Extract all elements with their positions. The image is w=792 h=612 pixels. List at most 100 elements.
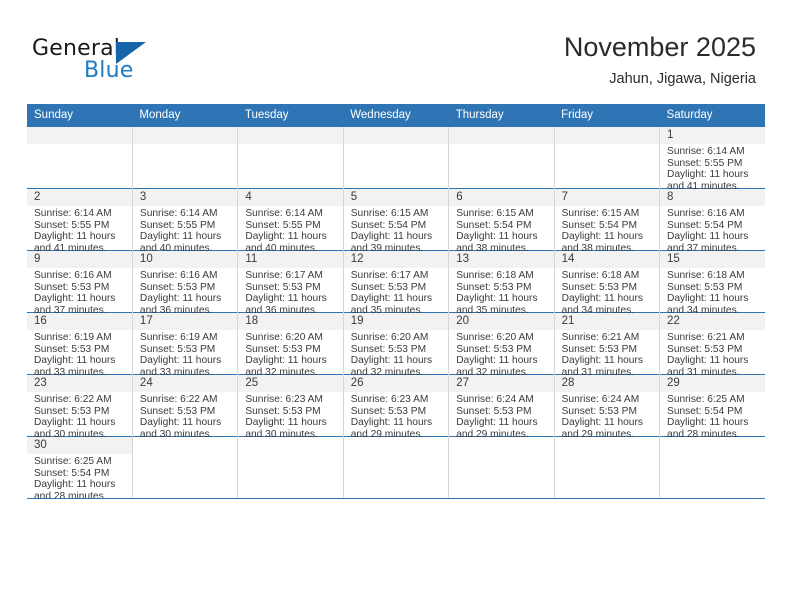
calendar-day-cell[interactable]: 6 Sunrise: 6:15 AM Sunset: 5:54 PM Daylight… <box>448 188 555 254</box>
calendar-day-cell[interactable]: 30 Sunrise: 6:25 AM Sunset: 5:54 PM Dayligh… <box>27 436 133 502</box>
day-details: Sunrise: 6:19 AM Sunset: 5:53 PM Daylight:… <box>27 330 132 378</box>
day-detail-line: Sunrise: 6:16 AM <box>667 208 745 219</box>
day-number: 2 <box>27 189 132 206</box>
day-cell-inner: 1 Sunrise: 6:14 AM Sunset: 5:55 PM Daylight… <box>660 127 765 192</box>
day-cell-inner: 25 Sunrise: 6:23 AM Sunset: 5:53 PM Dayligh… <box>238 375 343 440</box>
day-detail-line: Daylight: 11 hours <box>561 293 643 305</box>
day-detail-line: Sunrise: 6:23 AM <box>245 394 323 405</box>
day-details: Sunrise: 6:18 AM Sunset: 5:53 PM Daylight:… <box>555 268 659 316</box>
calendar-day-cell[interactable]: 18 Sunrise: 6:20 AM Sunset: 5:53 PM Dayligh… <box>237 312 344 378</box>
day-number <box>27 127 132 144</box>
day-detail-line: Daylight: 11 hours <box>561 417 643 429</box>
day-details: Sunrise: 6:25 AM Sunset: 5:54 PM Daylight:… <box>27 454 132 502</box>
calendar-day-cell[interactable]: 27 Sunrise: 6:24 AM Sunset: 5:53 PM Dayligh… <box>448 374 555 440</box>
day-number: 23 <box>27 375 132 392</box>
calendar-day-cell[interactable]: 12 Sunrise: 6:17 AM Sunset: 5:53 PM Dayligh… <box>343 250 450 316</box>
day-number: 24 <box>132 375 238 392</box>
day-detail-line: Daylight: 11 hours <box>34 231 116 243</box>
calendar-day-cell[interactable]: 23 Sunrise: 6:22 AM Sunset: 5:53 PM Dayligh… <box>27 374 133 440</box>
calendar-header-row: Sunday Monday Tuesday Wednesday Thursday Frid… <box>27 104 765 127</box>
weekday-header-sunday: Sunday <box>27 104 133 127</box>
calendar-day-cell[interactable]: 26 Sunrise: 6:23 AM Sunset: 5:53 PM Dayligh… <box>343 374 450 440</box>
day-number: 15 <box>660 251 765 268</box>
day-number: 20 <box>449 313 554 330</box>
calendar-day-cell[interactable]: 29 Sunrise: 6:25 AM Sunset: 5:54 PM Dayligh… <box>659 374 765 440</box>
day-details <box>27 144 132 146</box>
calendar-cell-empty <box>659 436 765 498</box>
day-cell-inner: 19 Sunrise: 6:20 AM Sunset: 5:53 PM Dayligh… <box>343 313 449 378</box>
day-detail-line: Sunset: 5:53 PM <box>139 281 216 293</box>
day-detail-line: Daylight: 11 hours <box>667 417 749 429</box>
day-details <box>555 454 659 456</box>
day-detail-line: Daylight: 11 hours <box>350 293 433 305</box>
day-detail-line: Sunset: 5:53 PM <box>34 405 110 417</box>
day-detail-line: Sunrise: 6:14 AM <box>245 208 323 219</box>
day-cell-inner <box>133 437 237 498</box>
day-number <box>555 437 659 454</box>
day-detail-line: Sunrise: 6:23 AM <box>350 394 429 405</box>
day-detail-line: Sunset: 5:53 PM <box>34 281 110 293</box>
calendar-day-cell[interactable]: 19 Sunrise: 6:20 AM Sunset: 5:53 PM Dayligh… <box>343 312 450 378</box>
calendar-cell-empty <box>554 127 661 189</box>
calendar-day-cell[interactable]: 22 Sunrise: 6:21 AM Sunset: 5:53 PM Dayligh… <box>659 312 765 378</box>
day-detail-line: Daylight: 11 hours <box>350 355 433 367</box>
day-details: Sunrise: 6:17 AM Sunset: 5:53 PM Daylight:… <box>238 268 342 316</box>
calendar-day-cell[interactable]: 3 Sunrise: 6:14 AM Sunset: 5:55 PM Daylight… <box>132 188 239 254</box>
calendar-day-cell[interactable]: 1 Sunrise: 6:14 AM Sunset: 5:55 PM Daylight… <box>659 127 765 192</box>
day-number: 29 <box>660 375 765 392</box>
calendar-day-cell[interactable]: 5 Sunrise: 6:15 AM Sunset: 5:54 PM Daylight… <box>343 188 450 254</box>
day-detail-line: Sunset: 5:53 PM <box>245 405 321 417</box>
day-detail-line: Sunrise: 6:14 AM <box>667 146 745 157</box>
calendar-day-cell[interactable]: 15 Sunrise: 6:18 AM Sunset: 5:53 PM Dayligh… <box>659 250 765 316</box>
day-number: 9 <box>27 251 132 268</box>
day-detail-line: Sunrise: 6:18 AM <box>456 270 534 281</box>
calendar-day-cell[interactable]: 16 Sunrise: 6:19 AM Sunset: 5:53 PM Dayligh… <box>27 312 133 378</box>
calendar-day-cell[interactable]: 28 Sunrise: 6:24 AM Sunset: 5:53 PM Dayligh… <box>554 374 661 440</box>
day-details: Sunrise: 6:16 AM Sunset: 5:54 PM Daylight:… <box>660 206 765 254</box>
calendar-day-cell[interactable]: 17 Sunrise: 6:19 AM Sunset: 5:53 PM Dayligh… <box>132 312 239 378</box>
day-details: Sunrise: 6:20 AM Sunset: 5:53 PM Daylight:… <box>344 330 448 378</box>
day-detail-line: Sunset: 5:53 PM <box>350 405 427 417</box>
day-detail-line: Sunrise: 6:15 AM <box>350 208 429 219</box>
day-detail-line: Sunset: 5:53 PM <box>350 343 427 355</box>
calendar-day-cell[interactable]: 9 Sunrise: 6:16 AM Sunset: 5:53 PM Daylight… <box>27 250 133 316</box>
calendar-day-cell[interactable]: 11 Sunrise: 6:17 AM Sunset: 5:53 PM Dayligh… <box>237 250 344 316</box>
calendar-day-cell[interactable]: 13 Sunrise: 6:18 AM Sunset: 5:53 PM Dayligh… <box>448 250 555 316</box>
day-number: 7 <box>554 189 660 206</box>
day-number: 3 <box>132 189 238 206</box>
day-cell-inner: 22 Sunrise: 6:21 AM Sunset: 5:53 PM Dayligh… <box>660 313 765 378</box>
calendar-week-row: 2 Sunrise: 6:14 AM Sunset: 5:55 PM Daylight… <box>27 188 765 254</box>
day-detail-line: Sunset: 5:53 PM <box>139 343 216 355</box>
day-detail-line: Sunset: 5:53 PM <box>456 343 532 355</box>
calendar-day-cell[interactable]: 25 Sunrise: 6:23 AM Sunset: 5:53 PM Dayligh… <box>237 374 344 440</box>
day-detail-line: Sunset: 5:55 PM <box>667 157 743 169</box>
calendar-day-cell[interactable]: 4 Sunrise: 6:14 AM Sunset: 5:55 PM Daylight… <box>237 188 344 254</box>
day-detail-line: Daylight: 11 hours <box>561 231 643 243</box>
day-detail-line: Sunrise: 6:18 AM <box>561 270 640 281</box>
day-details <box>133 144 237 146</box>
day-details: Sunrise: 6:20 AM Sunset: 5:53 PM Daylight:… <box>238 330 342 378</box>
day-detail-line: Sunrise: 6:15 AM <box>561 208 640 219</box>
day-number: 11 <box>238 251 343 268</box>
calendar-day-cell[interactable]: 14 Sunrise: 6:18 AM Sunset: 5:53 PM Dayligh… <box>554 250 661 316</box>
day-detail-line: Sunset: 5:55 PM <box>34 219 110 231</box>
day-detail-line: Sunset: 5:55 PM <box>139 219 216 231</box>
general-blue-logo[interactable]: General Blue <box>32 36 172 88</box>
day-detail-line: Sunset: 5:53 PM <box>667 343 743 355</box>
day-detail-line: Sunrise: 6:20 AM <box>245 332 323 343</box>
day-detail-line: Sunset: 5:53 PM <box>456 281 532 293</box>
calendar-day-cell[interactable]: 7 Sunrise: 6:15 AM Sunset: 5:54 PM Daylight… <box>554 188 661 254</box>
calendar-day-cell[interactable]: 21 Sunrise: 6:21 AM Sunset: 5:53 PM Dayligh… <box>554 312 661 378</box>
day-details: Sunrise: 6:22 AM Sunset: 5:53 PM Daylight:… <box>133 392 237 440</box>
calendar-day-cell[interactable]: 8 Sunrise: 6:16 AM Sunset: 5:54 PM Daylight… <box>659 188 765 254</box>
day-number: 8 <box>660 189 765 206</box>
calendar-week-row: 30 Sunrise: 6:25 AM Sunset: 5:54 PM Dayligh… <box>27 436 765 502</box>
calendar-day-cell[interactable]: 24 Sunrise: 6:22 AM Sunset: 5:53 PM Dayligh… <box>132 374 239 440</box>
calendar-day-cell[interactable]: 20 Sunrise: 6:20 AM Sunset: 5:53 PM Dayligh… <box>448 312 555 378</box>
weekday-header-friday: Friday <box>554 104 660 127</box>
day-detail-line: Daylight: 11 hours <box>456 293 538 305</box>
calendar-day-cell[interactable]: 2 Sunrise: 6:14 AM Sunset: 5:55 PM Daylight… <box>27 188 133 254</box>
day-detail-line: Sunrise: 6:17 AM <box>350 270 429 281</box>
calendar-day-cell[interactable]: 10 Sunrise: 6:16 AM Sunset: 5:53 PM Dayligh… <box>132 250 239 316</box>
day-cell-inner: 18 Sunrise: 6:20 AM Sunset: 5:53 PM Dayligh… <box>238 313 343 378</box>
